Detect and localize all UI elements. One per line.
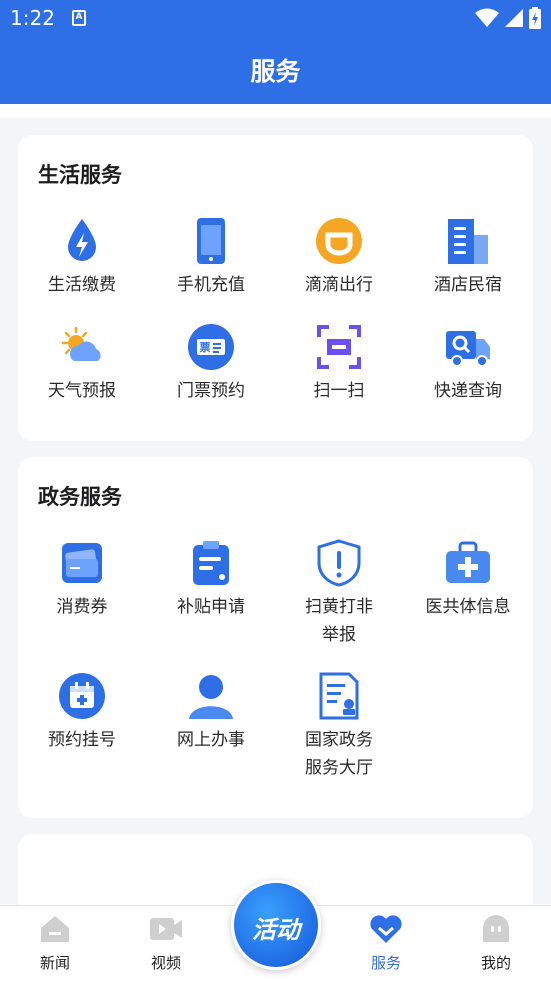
item-label-line1: 扫黄打非 — [305, 597, 373, 617]
tab-service[interactable]: 服务 — [341, 914, 431, 973]
item-label: 扫黄打非 举报 — [275, 593, 403, 649]
life-services-title: 生活服务 — [38, 163, 122, 187]
gov-service-online[interactable]: 网上办事 — [147, 672, 275, 754]
profile-icon — [483, 915, 509, 942]
tab-video[interactable]: 视频 — [121, 914, 211, 973]
status-time: 1:22 — [10, 6, 55, 30]
item-label: 生活缴费 — [48, 275, 116, 295]
scan-icon — [317, 325, 361, 369]
gov-service-medical[interactable]: 医共体信息 — [404, 539, 532, 621]
heart-icon — [370, 915, 402, 943]
item-label: 医共体信息 — [425, 597, 511, 617]
item-label-line1: 国家政务 — [305, 730, 373, 750]
shield-alert-icon — [317, 539, 361, 587]
item-label: 酒店民宿 — [434, 275, 502, 295]
phone-icon — [197, 218, 225, 264]
gov-service-national-hall[interactable]: 国家政务 服务大厅 — [275, 672, 403, 782]
life-service-payment[interactable]: 生活缴费 — [18, 217, 146, 299]
life-service-recharge[interactable]: 手机充值 — [147, 217, 275, 299]
calendar-plus-icon — [59, 673, 105, 719]
gov-service-report[interactable]: 扫黄打非 举报 — [275, 539, 403, 649]
life-service-scan[interactable]: 扫一扫 — [275, 323, 403, 405]
life-service-didi[interactable]: 滴滴出行 — [275, 217, 403, 299]
tab-news[interactable]: 新闻 — [10, 914, 100, 973]
life-service-hotel[interactable]: 酒店民宿 — [404, 217, 532, 299]
item-label: 消费券 — [56, 597, 108, 617]
item-label: 国家政务 服务大厅 — [275, 726, 403, 782]
hotel-building-icon — [448, 219, 488, 264]
tab-mine[interactable]: 我的 — [451, 914, 541, 973]
item-label: 网上办事 — [177, 730, 245, 750]
item-label: 手机充值 — [177, 275, 245, 295]
activity-label: 活动 — [252, 916, 300, 944]
header-divider — [0, 104, 551, 118]
item-label: 扫一扫 — [313, 381, 365, 401]
document-seal-icon — [319, 672, 359, 720]
item-label: 门票预约 — [177, 381, 245, 401]
item-label-line2: 服务大厅 — [305, 758, 373, 778]
delivery-truck-icon — [446, 331, 490, 367]
ticket-icon: 票 — [188, 324, 234, 370]
life-services-card: 生活服务 生活缴费 手机充值 滴滴出行 酒店民宿 天气预报 票 门票预约 扫一扫… — [18, 135, 533, 441]
gov-services-title: 政务服务 — [38, 485, 122, 509]
signal-icon — [505, 9, 523, 27]
item-label: 补贴申请 — [177, 597, 245, 617]
battery-icon — [529, 7, 541, 29]
item-label: 预约挂号 — [48, 730, 116, 750]
didi-icon — [316, 218, 362, 264]
water-drop-icon — [68, 219, 96, 261]
video-icon — [150, 918, 182, 940]
tab-label: 我的 — [480, 954, 511, 972]
tab-label: 服务 — [370, 954, 401, 972]
home-icon — [41, 916, 69, 942]
item-label: 快递查询 — [434, 381, 502, 401]
life-service-weather[interactable]: 天气预报 — [18, 323, 146, 405]
person-icon — [189, 675, 233, 719]
gov-service-appointment[interactable]: 预约挂号 — [18, 672, 146, 754]
app-header: 服务 — [0, 38, 551, 104]
gov-service-subsidy[interactable]: 补贴申请 — [147, 539, 275, 621]
wifi-icon — [475, 8, 499, 27]
svg-text:票: 票 — [200, 341, 211, 354]
sim-indicator-icon: A — [72, 10, 86, 26]
tab-label: 视频 — [150, 954, 181, 972]
life-service-ticket[interactable]: 票 门票预约 — [147, 323, 275, 405]
item-label: 滴滴出行 — [305, 275, 373, 295]
gov-service-coupon[interactable]: 消费券 — [18, 539, 146, 621]
gov-services-card: 政务服务 消费券 补贴申请 扫黄打非 举报 医共体信息 预约挂号 网上办事 国家… — [18, 457, 533, 818]
tab-label: 新闻 — [39, 954, 70, 972]
item-label: 天气预报 — [48, 381, 116, 401]
item-label-line2: 举报 — [322, 625, 356, 645]
clipboard-icon — [193, 541, 229, 585]
weather-icon — [61, 326, 101, 361]
medical-kit-icon — [446, 541, 490, 583]
life-service-express[interactable]: 快递查询 — [404, 323, 532, 405]
status-icons — [475, 7, 541, 29]
activity-button[interactable]: 活动 — [231, 880, 321, 970]
page-title: 服务 — [250, 57, 301, 86]
coupon-icon — [62, 543, 102, 583]
status-bar: 1:22 A — [0, 0, 551, 38]
